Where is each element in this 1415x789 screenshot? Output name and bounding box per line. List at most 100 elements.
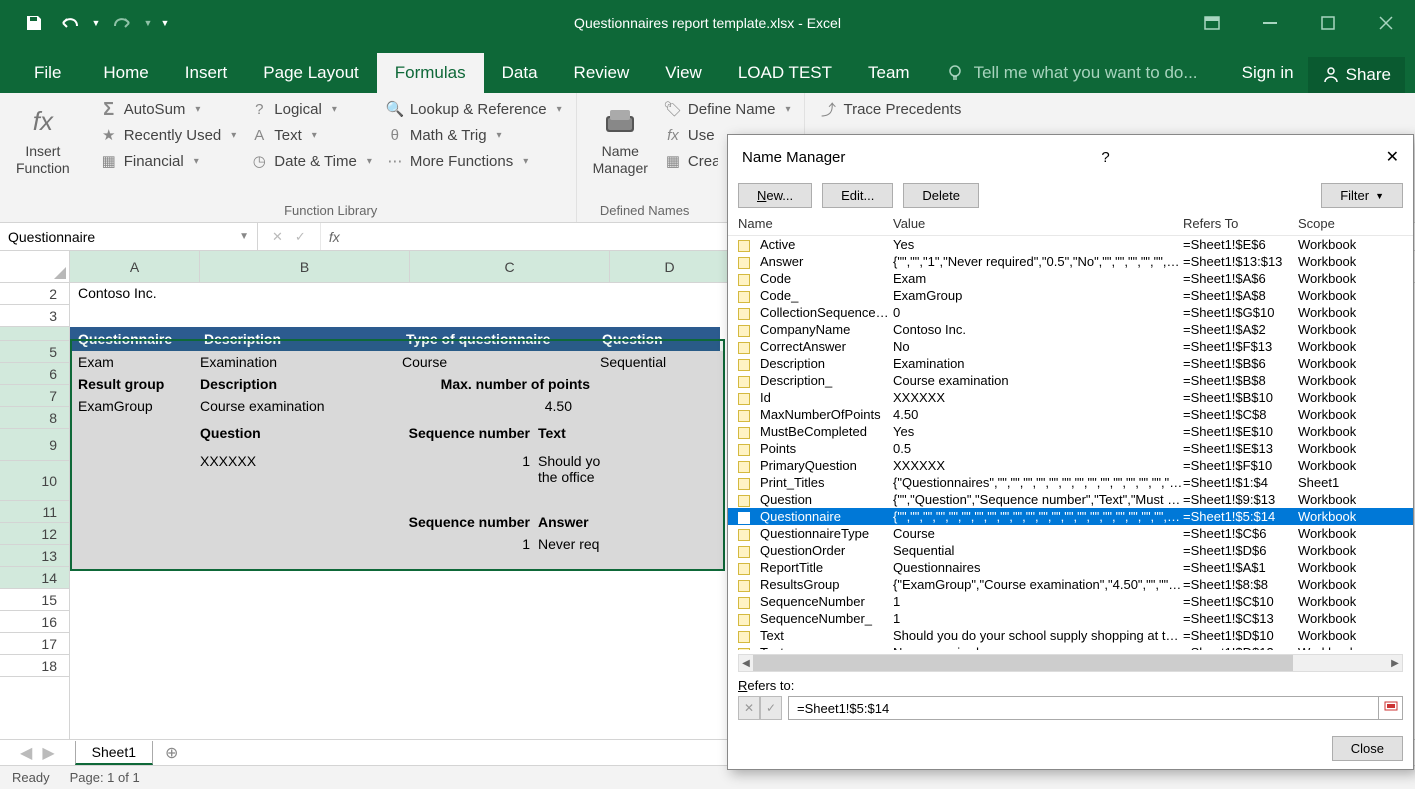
row-header[interactable]: 10 bbox=[0, 461, 69, 501]
ribbon-display-icon[interactable] bbox=[1183, 0, 1241, 45]
select-all-button[interactable] bbox=[0, 251, 70, 283]
name-row[interactable]: Questionnaire {"","","","","","","","","… bbox=[728, 508, 1413, 525]
name-list[interactable]: Active Yes =Sheet1!$E$6 Workbook Answer … bbox=[728, 236, 1413, 650]
row-header[interactable]: 15 bbox=[0, 589, 69, 611]
signin-link[interactable]: Sign in bbox=[1228, 53, 1308, 93]
col-header-d[interactable]: D bbox=[610, 251, 730, 282]
tab-loadtest[interactable]: LOAD TEST bbox=[720, 53, 850, 93]
name-row[interactable]: Code Exam =Sheet1!$A$6 Workbook bbox=[728, 270, 1413, 287]
tab-next-icon[interactable]: ▶ bbox=[42, 743, 54, 763]
tab-prev-icon[interactable]: ◀ bbox=[20, 743, 32, 763]
name-row[interactable]: Print_Titles {"Questionnaires","","","",… bbox=[728, 474, 1413, 491]
mathtrig-button[interactable]: θMath & Trig▾ bbox=[380, 123, 568, 147]
sheet-tab[interactable]: Sheet1 bbox=[75, 741, 153, 765]
redo-dropdown[interactable]: ▼ bbox=[142, 9, 154, 37]
name-row[interactable]: Points 0.5 =Sheet1!$E$13 Workbook bbox=[728, 440, 1413, 457]
col-header-a[interactable]: A bbox=[70, 251, 200, 282]
scroll-left-icon[interactable]: ◀ bbox=[739, 655, 753, 671]
chevron-down-icon[interactable]: ▼ bbox=[239, 231, 249, 242]
name-row[interactable]: MustBeCompleted Yes =Sheet1!$E$10 Workbo… bbox=[728, 423, 1413, 440]
name-row[interactable]: Code_ ExamGroup =Sheet1!$A$8 Workbook bbox=[728, 287, 1413, 304]
refers-cancel-icon[interactable]: ✕ bbox=[738, 696, 760, 720]
row-header[interactable]: 7 bbox=[0, 385, 69, 407]
row-header[interactable]: 17 bbox=[0, 633, 69, 655]
text-button[interactable]: AText▾ bbox=[244, 123, 378, 147]
save-button[interactable] bbox=[18, 9, 50, 37]
name-manager-button[interactable]: Name Manager bbox=[585, 97, 656, 201]
name-row[interactable]: PrimaryQuestion XXXXXX =Sheet1!$F$10 Wor… bbox=[728, 457, 1413, 474]
row-header[interactable] bbox=[0, 327, 69, 341]
name-box[interactable]: Questionnaire ▼ bbox=[0, 223, 258, 250]
tab-insert[interactable]: Insert bbox=[167, 53, 246, 93]
name-row[interactable]: QuestionOrder Sequential =Sheet1!$D$6 Wo… bbox=[728, 542, 1413, 559]
name-row[interactable]: Active Yes =Sheet1!$E$6 Workbook bbox=[728, 236, 1413, 253]
row-header[interactable]: 6 bbox=[0, 363, 69, 385]
share-button[interactable]: Share bbox=[1308, 57, 1405, 93]
name-row[interactable]: Answer {"","","1","Never required","0.5"… bbox=[728, 253, 1413, 270]
name-row[interactable]: SequenceNumber_ 1 =Sheet1!$C$13 Workbook bbox=[728, 610, 1413, 627]
tab-team[interactable]: Team bbox=[850, 53, 928, 93]
tell-me-search[interactable]: Tell me what you want to do... bbox=[928, 53, 1228, 93]
close-button[interactable] bbox=[1357, 0, 1415, 45]
close-button[interactable]: Close bbox=[1332, 736, 1403, 761]
name-row[interactable]: SequenceNumber 1 =Sheet1!$C$10 Workbook bbox=[728, 593, 1413, 610]
name-row[interactable]: QuestionnaireType Course =Sheet1!$C$6 Wo… bbox=[728, 525, 1413, 542]
col-scope-header[interactable]: Scope bbox=[1298, 216, 1403, 231]
tab-pagelayout[interactable]: Page Layout bbox=[245, 53, 376, 93]
name-row[interactable]: ResultsGroup {"ExamGroup","Course examin… bbox=[728, 576, 1413, 593]
row-header[interactable]: 11 bbox=[0, 501, 69, 523]
maximize-button[interactable] bbox=[1299, 0, 1357, 45]
col-value-header[interactable]: Value bbox=[893, 216, 1183, 231]
insert-function-button[interactable]: fx Insert Function bbox=[8, 97, 78, 220]
tab-home[interactable]: Home bbox=[85, 53, 166, 93]
filter-button[interactable]: Filter▼ bbox=[1321, 183, 1403, 208]
accept-formula-icon[interactable]: ✓ bbox=[295, 229, 306, 245]
tab-file[interactable]: File bbox=[10, 53, 85, 93]
range-picker-icon[interactable] bbox=[1379, 696, 1403, 720]
row-header[interactable]: 14 bbox=[0, 567, 69, 589]
name-row[interactable]: Description Examination =Sheet1!$B$6 Wor… bbox=[728, 355, 1413, 372]
row-header[interactable]: 13 bbox=[0, 545, 69, 567]
delete-name-button[interactable]: Delete bbox=[903, 183, 979, 208]
new-name-button[interactable]: New... bbox=[738, 183, 812, 208]
name-row[interactable]: Id XXXXXX =Sheet1!$B$10 Workbook bbox=[728, 389, 1413, 406]
row-header[interactable]: 12 bbox=[0, 523, 69, 545]
tab-view[interactable]: View bbox=[647, 53, 720, 93]
more-functions-button[interactable]: ⋯More Functions▾ bbox=[380, 149, 568, 173]
name-row[interactable]: CorrectAnswer No =Sheet1!$F$13 Workbook bbox=[728, 338, 1413, 355]
name-row[interactable]: Question {"","Question","Sequence number… bbox=[728, 491, 1413, 508]
horizontal-scrollbar[interactable]: ◀ ▶ bbox=[738, 654, 1403, 672]
name-row[interactable]: CompanyName Contoso Inc. =Sheet1!$A$2 Wo… bbox=[728, 321, 1413, 338]
cancel-formula-icon[interactable]: ✕ bbox=[272, 229, 283, 245]
tab-formulas[interactable]: Formulas bbox=[377, 53, 484, 93]
redo-button[interactable] bbox=[106, 9, 138, 37]
recently-used-button[interactable]: ★Recently Used▾ bbox=[94, 123, 243, 147]
row-header[interactable]: 18 bbox=[0, 655, 69, 677]
scroll-thumb[interactable] bbox=[753, 655, 1293, 671]
name-row[interactable]: Description_ Course examination =Sheet1!… bbox=[728, 372, 1413, 389]
lookup-button[interactable]: 🔍Lookup & Reference▾ bbox=[380, 97, 568, 121]
minimize-button[interactable] bbox=[1241, 0, 1299, 45]
name-row[interactable]: MaxNumberOfPoints 4.50 =Sheet1!$C$8 Work… bbox=[728, 406, 1413, 423]
undo-dropdown[interactable]: ▼ bbox=[90, 9, 102, 37]
row-header[interactable]: 3 bbox=[0, 305, 69, 327]
tab-data[interactable]: Data bbox=[484, 53, 556, 93]
name-row[interactable]: CollectionSequenceNu... 0 =Sheet1!$G$10 … bbox=[728, 304, 1413, 321]
fx-label[interactable]: fx bbox=[321, 223, 348, 250]
row-header[interactable]: 5 bbox=[0, 341, 69, 363]
row-header[interactable]: 2 bbox=[0, 283, 69, 305]
row-header[interactable]: 9 bbox=[0, 429, 69, 461]
col-name-header[interactable]: Name bbox=[738, 216, 893, 231]
refers-accept-icon[interactable]: ✓ bbox=[760, 696, 782, 720]
undo-button[interactable] bbox=[54, 9, 86, 37]
name-row[interactable]: Text Should you do your school supply sh… bbox=[728, 627, 1413, 644]
col-header-b[interactable]: B bbox=[200, 251, 410, 282]
name-row[interactable]: ReportTitle Questionnaires =Sheet1!$A$1 … bbox=[728, 559, 1413, 576]
name-row[interactable]: Text_ Never required =Sheet1!$D$13 Workb… bbox=[728, 644, 1413, 650]
edit-name-button[interactable]: Edit... bbox=[822, 183, 893, 208]
financial-button[interactable]: ▦Financial▾ bbox=[94, 149, 243, 173]
trace-precedents-button[interactable]: ⤴Trace Precedents bbox=[813, 97, 967, 121]
refers-to-input[interactable] bbox=[788, 696, 1379, 720]
col-refers-header[interactable]: Refers To bbox=[1183, 216, 1298, 231]
row-header[interactable]: 8 bbox=[0, 407, 69, 429]
